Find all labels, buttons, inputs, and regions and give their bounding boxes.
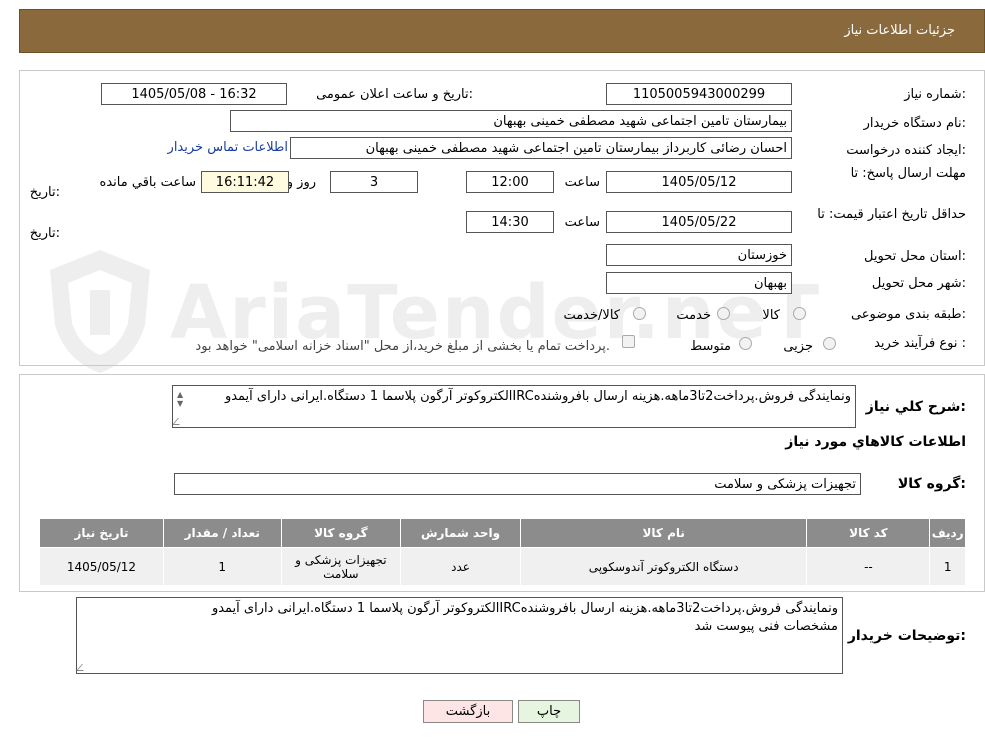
description-label: شرح کلي نیاز: — [865, 399, 966, 415]
validity-time-label: ساعت — [564, 215, 600, 230]
col-code: کد کالا — [806, 518, 931, 548]
description-textarea: الکتروکوتر آرگون پلاسما 1 دستگاه.ایرانی … — [172, 385, 856, 428]
resize-grip-icon[interactable] — [173, 418, 185, 425]
remaining-time-field: 16:11:42 — [201, 171, 289, 193]
creator-label: ایجاد کننده درخواست: — [846, 143, 966, 158]
col-date: تاریخ نیاز — [39, 518, 164, 548]
table-row: 1 -- دستگاه الکتروکوتر آندوسکوپی عدد تجه… — [39, 547, 966, 586]
description-text: الکتروکوتر آرگون پلاسما 1 دستگاه.ایرانی … — [224, 389, 851, 404]
cell-group: تجهیزات پزشکی و سلامت — [280, 547, 402, 586]
process-minor-radio[interactable] — [823, 337, 836, 350]
process-medium-radio[interactable] — [739, 337, 752, 350]
process-minor-label: جزیی — [783, 339, 813, 354]
category-service-radio[interactable] — [717, 307, 730, 320]
back-button[interactable]: بازگشت — [423, 700, 513, 723]
announce-label: تاریخ و ساعت اعلان عمومی: — [316, 87, 473, 102]
payment-note: پرداخت تمام یا بخشی از مبلغ خرید،از محل … — [195, 339, 610, 354]
validity-time-field: 14:30 — [466, 211, 554, 233]
deadline-time-field: 12:00 — [466, 171, 554, 193]
remaining-label: ساعت باقي مانده — [99, 175, 196, 190]
treasury-payment-checkbox[interactable] — [622, 335, 635, 348]
validity-label-2: تاریخ: — [29, 226, 60, 241]
col-name: نام کالا — [519, 518, 808, 548]
goods-group-field: تجهیزات پزشکی و سلامت — [174, 473, 861, 495]
days-field: 3 — [330, 171, 418, 193]
need-number-label: شماره نیاز: — [904, 87, 966, 102]
deadline-date-field: 1405/05/12 — [606, 171, 792, 193]
page-header: جزئیات اطلاعات نیاز — [19, 9, 985, 53]
cell-row: 1 — [929, 547, 966, 586]
table-header-row: ردیف کد کالا نام کالا واحد شمارش گروه کا… — [39, 518, 966, 548]
goods-group-label: گروه کالا: — [897, 476, 966, 492]
col-group: گروه کالا — [280, 518, 402, 548]
cell-date: 1405/05/12 — [39, 547, 164, 586]
buyer-notes-textarea: الکتروکوتر آرگون پلاسما 1 دستگاه.ایرانی … — [76, 597, 843, 674]
col-qty: تعداد / مقدار — [162, 518, 282, 548]
deadline-time-label: ساعت — [564, 175, 600, 190]
buyer-org-field: بیمارستان تامین اجتماعی شهید مصطفی خمینی… — [230, 110, 792, 132]
buyer-notes-line-2: مشخصات فنی پیوست شد — [694, 619, 838, 634]
col-unit: واحد شمارش — [400, 518, 521, 548]
validity-date-field: 1405/05/22 — [606, 211, 792, 233]
category-both-label: کالا/خدمت — [563, 308, 620, 323]
cell-qty: 1 — [162, 547, 282, 586]
buyer-notes-label: توضیحات خریدار: — [847, 628, 966, 644]
process-medium-label: متوسط — [690, 339, 731, 354]
category-service-label: خدمت — [676, 308, 711, 323]
resize-grip-icon[interactable] — [77, 664, 89, 671]
province-field: خوزستان — [606, 244, 792, 266]
buyer-org-label: نام دستگاه خریدار: — [863, 116, 966, 131]
print-button[interactable]: چاپ — [518, 700, 580, 723]
category-goods-label: کالا — [762, 308, 780, 323]
city-field: بهبهان — [606, 272, 792, 294]
deadline-label: مهلت ارسال پاسخ: تا — [850, 166, 966, 181]
description-scroll-arrows[interactable]: ▲ ▼ — [177, 390, 183, 408]
cell-unit: عدد — [400, 547, 521, 586]
province-label: استان محل تحویل: — [864, 249, 966, 264]
announce-field: 1405/05/08 - 16:32 — [101, 83, 287, 105]
days-label: روز و — [286, 175, 316, 190]
deadline-label-2: تاریخ: — [29, 185, 60, 200]
validity-label: حداقل تاریخ اعتبار قیمت: تا — [817, 207, 966, 222]
buyer-contact-link[interactable]: اطلاعات تماس خریدار — [168, 140, 288, 155]
col-row: ردیف — [929, 518, 966, 548]
creator-field: احسان رضائی کاربرداز بیمارستان تامین اجت… — [290, 137, 792, 159]
goods-table: ردیف کد کالا نام کالا واحد شمارش گروه کا… — [39, 518, 966, 586]
need-number-field: 1105005943000299 — [606, 83, 792, 105]
city-label: شهر محل تحویل: — [871, 276, 966, 291]
category-both-radio[interactable] — [633, 307, 646, 320]
cell-name: دستگاه الکتروکوتر آندوسکوپی — [519, 547, 808, 586]
process-label: نوع فرآیند خرید : — [874, 336, 966, 351]
category-goods-radio[interactable] — [793, 307, 806, 320]
category-label: طبقه بندی موضوعی: — [850, 307, 966, 322]
goods-info-title: اطلاعات کالاهاي مورد نیاز — [785, 434, 966, 450]
cell-code: -- — [806, 547, 931, 586]
page-title: جزئیات اطلاعات نیاز — [844, 23, 955, 38]
buyer-notes-line-1: الکتروکوتر آرگون پلاسما 1 دستگاه.ایرانی … — [211, 601, 838, 616]
